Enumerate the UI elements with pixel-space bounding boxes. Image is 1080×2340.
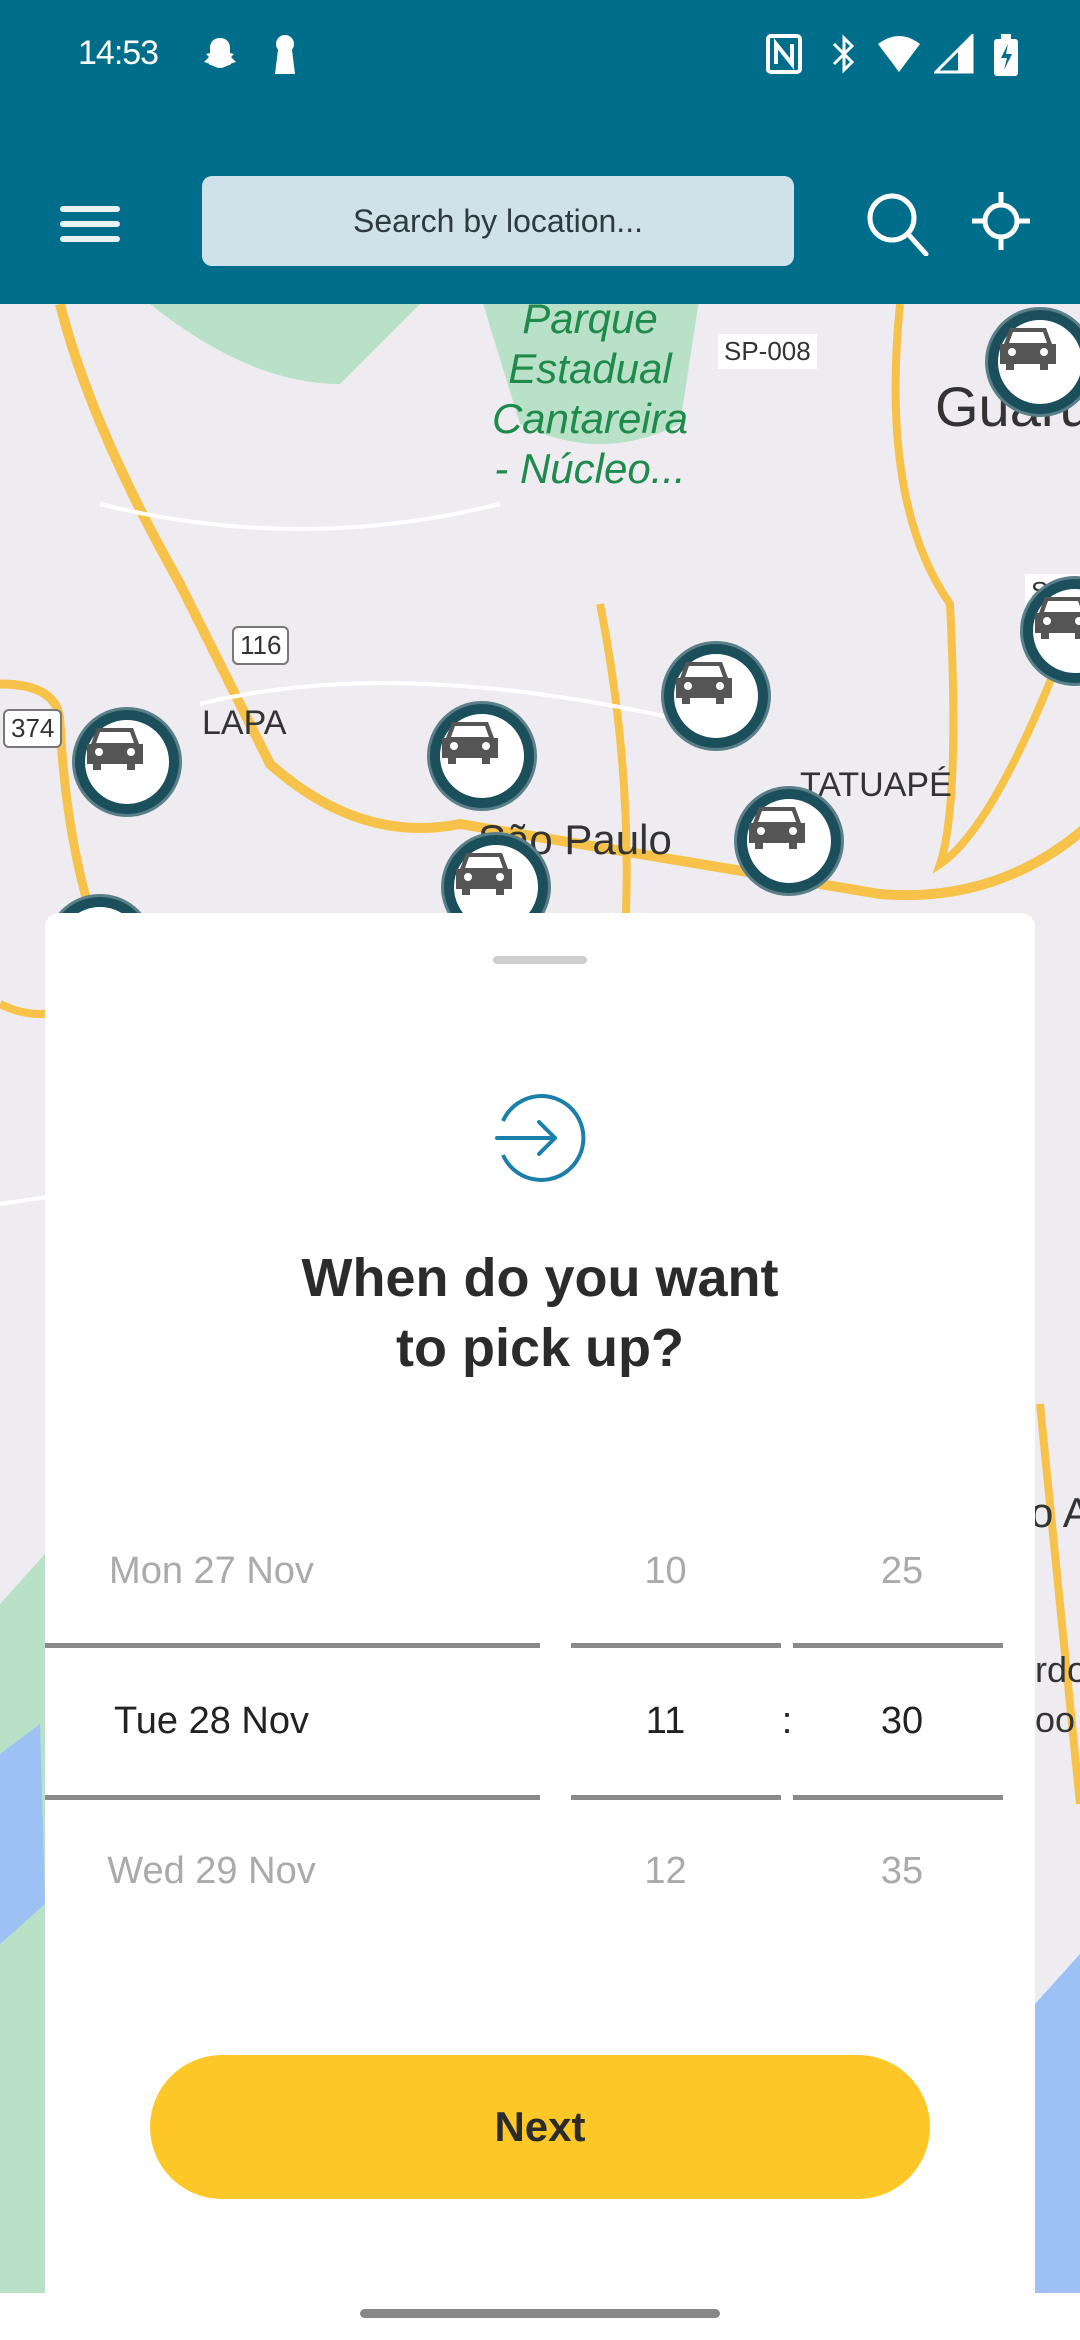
hour-option[interactable]: 10 xyxy=(553,1550,778,1593)
car-marker[interactable] xyxy=(75,710,179,814)
hour-selected[interactable]: 11 xyxy=(553,1700,778,1743)
map-label-lapa: LAPA xyxy=(202,704,287,742)
car-icon xyxy=(1035,597,1080,639)
search-icon[interactable] xyxy=(864,190,930,256)
keyhole-icon xyxy=(275,35,295,74)
search-input[interactable]: Search by location... xyxy=(202,176,794,266)
snapchat-icon xyxy=(204,38,236,68)
route-shield-374: 374 xyxy=(3,709,63,748)
map-label-sp008: SP-008 xyxy=(718,334,817,369)
picker-divider xyxy=(571,1795,781,1800)
car-marker[interactable] xyxy=(664,644,768,748)
car-icon xyxy=(676,662,732,704)
map-label-oo: oo xyxy=(1035,1699,1076,1740)
car-icon xyxy=(87,728,143,770)
car-marker[interactable] xyxy=(430,704,534,808)
picker-divider xyxy=(571,1643,781,1648)
minute-option[interactable]: 25 xyxy=(797,1550,1007,1593)
picker-divider xyxy=(45,1795,540,1800)
crosshair-icon[interactable] xyxy=(970,190,1032,252)
picker-divider xyxy=(793,1795,1003,1800)
arrow-circle-right-icon xyxy=(495,1094,586,1182)
car-icon xyxy=(749,807,805,849)
sheet-drag-handle[interactable] xyxy=(493,956,587,964)
home-gesture-handle[interactable] xyxy=(360,2309,720,2318)
hour-option[interactable]: 12 xyxy=(553,1850,778,1893)
route-shield-116: 116 xyxy=(232,626,290,665)
minute-selected[interactable]: 30 xyxy=(797,1700,1007,1743)
system-nav-bar xyxy=(0,2293,1080,2340)
signal-icon xyxy=(934,34,974,74)
minute-option[interactable]: 35 xyxy=(797,1850,1007,1893)
car-marker[interactable] xyxy=(737,789,841,893)
map-label-tatuape: TATUAPÉ xyxy=(800,766,952,804)
picker-divider xyxy=(793,1643,1003,1648)
pickup-time-sheet: When do you want to pick up? Mon 27 Nov … xyxy=(45,913,1035,2293)
car-icon xyxy=(456,853,512,895)
date-option[interactable]: Mon 27 Nov xyxy=(45,1550,378,1593)
map-label-rdo: rdo xyxy=(1035,1649,1080,1690)
app-header: 14:53 Search by location... xyxy=(0,0,1080,304)
next-button[interactable]: Next xyxy=(150,2055,930,2199)
car-icon xyxy=(442,722,498,764)
battery-charging-icon xyxy=(994,34,1018,76)
bluetooth-icon xyxy=(832,34,855,74)
map-label-park: Parque Estadual Cantareira - Núcleo... xyxy=(491,304,689,492)
date-selected[interactable]: Tue 28 Nov xyxy=(45,1700,378,1743)
map-label-o-a: o A xyxy=(1030,1489,1080,1536)
sheet-title: When do you want to pick up? xyxy=(301,1248,779,1378)
car-icon xyxy=(1000,328,1056,370)
picker-divider xyxy=(45,1643,540,1648)
status-time: 14:53 xyxy=(78,34,159,72)
wifi-icon xyxy=(878,36,920,72)
menu-button[interactable] xyxy=(60,206,120,242)
nfc-icon xyxy=(766,34,802,74)
date-option[interactable]: Wed 29 Nov xyxy=(45,1850,378,1893)
